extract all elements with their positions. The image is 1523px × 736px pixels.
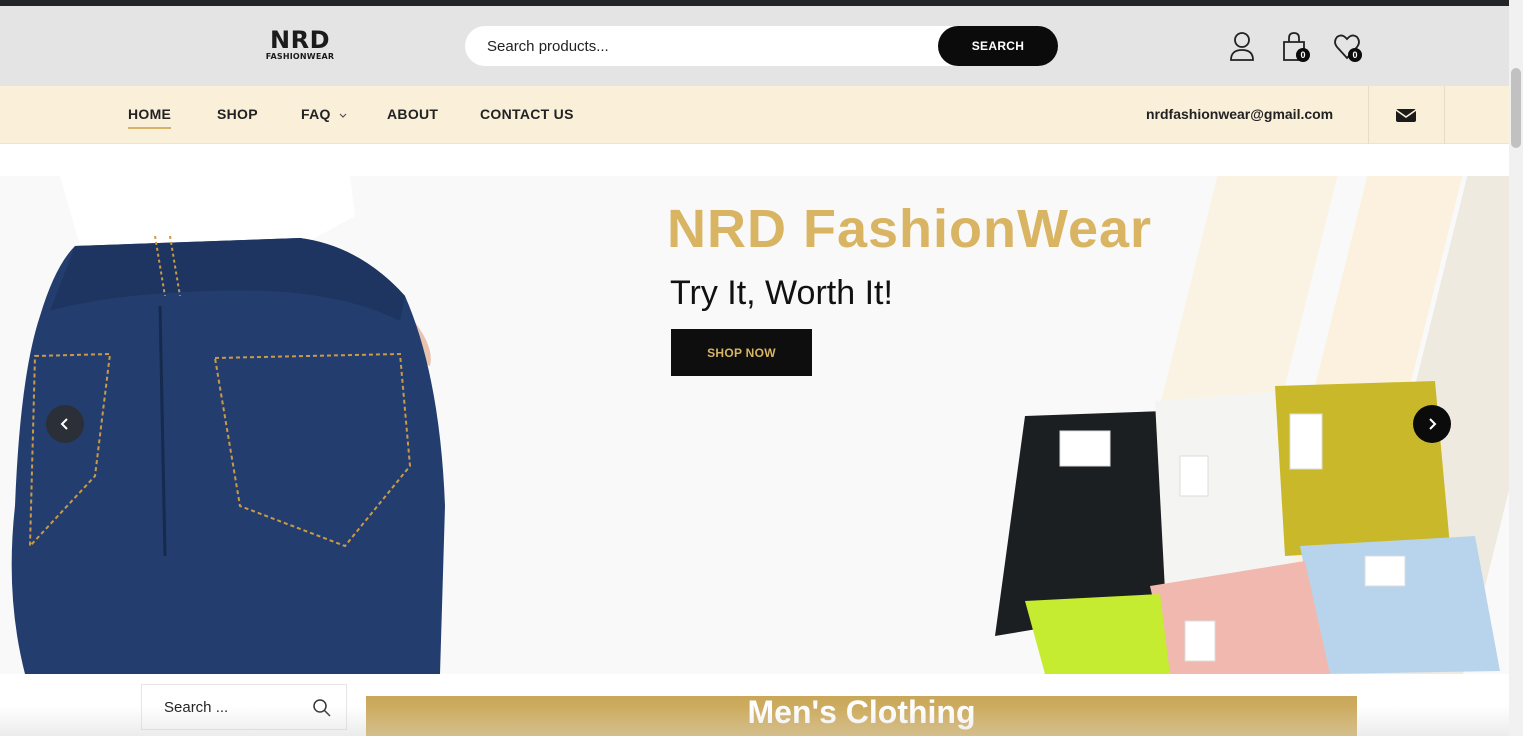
site-logo[interactable]: NRD FASHIONWEAR — [256, 28, 344, 61]
wishlist-count-badge: 0 — [1348, 48, 1362, 62]
hero-slider: NRD FashionWear Try It, Worth It! SHOP N… — [0, 176, 1509, 674]
nav-item-contact[interactable]: CONTACT US — [480, 106, 574, 122]
sidebar-search-input[interactable] — [142, 685, 302, 729]
mail-icon[interactable] — [1395, 106, 1417, 124]
category-banner[interactable]: Men's Clothing — [366, 696, 1357, 736]
hero-title: NRD FashionWear — [667, 199, 1153, 259]
nav-item-shop[interactable]: SHOP — [217, 106, 258, 122]
nav-item-home[interactable]: HOME — [128, 106, 172, 129]
product-search-input[interactable] — [465, 26, 938, 66]
nav-item-faq[interactable]: FAQ — [301, 106, 347, 122]
account-icon[interactable] — [1228, 30, 1258, 64]
nav-divider — [1444, 86, 1445, 144]
category-title: Men's Clothing — [747, 694, 976, 730]
logo-sub-text: FASHIONWEAR — [265, 52, 335, 61]
slider-prev-arrow[interactable] — [46, 405, 84, 443]
shop-now-button[interactable]: SHOP NOW — [671, 329, 812, 376]
logo-main-text: NRD — [270, 26, 330, 54]
cart-icon[interactable]: 0 — [1281, 30, 1311, 64]
slider-next-arrow[interactable] — [1413, 405, 1451, 443]
nav-divider — [1368, 86, 1369, 144]
hero-subtitle: Try It, Worth It! — [670, 274, 893, 312]
product-search-bar: SEARCH — [465, 26, 1058, 66]
site-header: NRD FASHIONWEAR SEARCH 0 0 — [0, 6, 1509, 86]
wishlist-icon[interactable]: 0 — [1333, 30, 1363, 64]
contact-email[interactable]: nrdfashionwear@gmail.com — [1146, 106, 1333, 122]
nav-item-about[interactable]: ABOUT — [387, 106, 438, 122]
page-scrollbar[interactable] — [1509, 0, 1523, 736]
chevron-down-icon — [339, 106, 347, 122]
scrollbar-thumb[interactable] — [1511, 68, 1521, 148]
cart-count-badge: 0 — [1296, 48, 1310, 62]
search-icon[interactable] — [312, 698, 332, 718]
chevron-left-icon — [60, 418, 68, 430]
nav-item-faq-label: FAQ — [301, 106, 331, 122]
search-button[interactable]: SEARCH — [938, 26, 1058, 66]
chevron-right-icon — [1429, 418, 1437, 430]
main-navigation: HOME SHOP FAQ ABOUT CONTACT US nrdfashio… — [0, 86, 1509, 144]
